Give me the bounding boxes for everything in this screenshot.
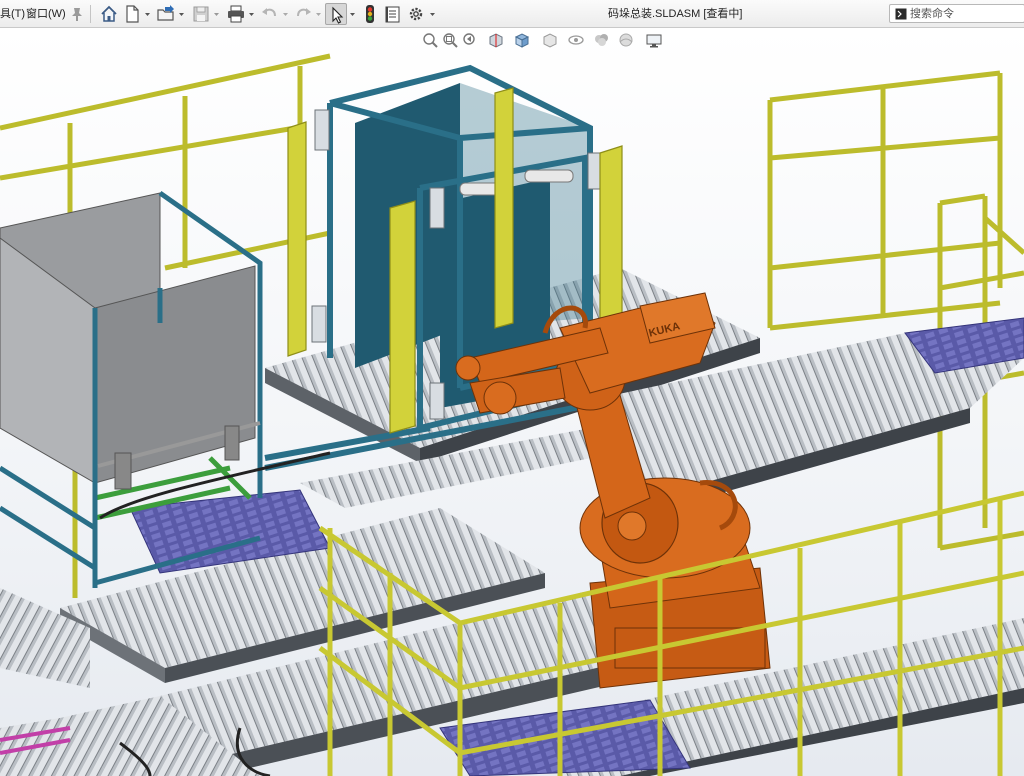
rebuild-traffic-light-icon[interactable]: [359, 3, 381, 25]
search-input[interactable]: [910, 6, 1022, 21]
home-icon[interactable]: [98, 3, 120, 25]
hide-show-items-icon[interactable]: [566, 30, 586, 50]
command-search-box[interactable]: [889, 4, 1024, 23]
document-title: 码垛总装.SLDASM [查看中]: [608, 8, 743, 20]
open-folder-icon[interactable]: [155, 3, 177, 25]
previous-view-icon[interactable]: [460, 30, 480, 50]
display-style-icon[interactable]: [540, 30, 560, 50]
undo-icon[interactable]: [259, 3, 281, 25]
options-dropdown-chevron-icon[interactable]: [428, 3, 437, 25]
view-orientation-icon[interactable]: [512, 30, 532, 50]
options-gear-icon[interactable]: [405, 3, 427, 25]
redo-dropdown-chevron-icon[interactable]: [314, 3, 323, 25]
main-toolbar: 具(T) 窗口(W) 码垛总装.SLDASM [查看中] 搜索命令: [0, 0, 1024, 28]
view-settings-icon[interactable]: [644, 30, 664, 50]
zoom-to-fit-icon[interactable]: [420, 30, 440, 50]
save-dropdown-chevron-icon[interactable]: [212, 3, 221, 25]
pin-icon[interactable]: [66, 3, 88, 25]
undo-dropdown-chevron-icon[interactable]: [281, 3, 290, 25]
print-dropdown-chevron-icon[interactable]: [247, 3, 256, 25]
safety-fence-right[interactable]: [767, 70, 1024, 551]
graphics-viewport[interactable]: KUKA: [0, 28, 1024, 776]
apply-scene-icon[interactable]: [616, 30, 636, 50]
zoom-area-icon[interactable]: [440, 30, 460, 50]
select-arrow-icon[interactable]: [325, 3, 347, 25]
menu-tools[interactable]: 具(T): [0, 7, 25, 21]
select-dropdown-chevron-icon[interactable]: [348, 3, 357, 25]
open-dropdown-chevron-icon[interactable]: [177, 3, 186, 25]
toolbar-separator: [90, 5, 91, 23]
menu-window[interactable]: 窗口(W): [26, 7, 66, 21]
edit-appearance-icon[interactable]: [592, 30, 612, 50]
command-prompt-icon: [895, 8, 907, 20]
palletizing-assembly-model[interactable]: KUKA: [0, 28, 1024, 776]
solidworks-window: 具(T) 窗口(W) 码垛总装.SLDASM [查看中] 搜索命令 KUKA: [0, 0, 1024, 776]
redo-icon[interactable]: [292, 3, 314, 25]
new-dropdown-chevron-icon[interactable]: [143, 3, 152, 25]
heads-up-view-toolbar: [420, 30, 680, 52]
save-icon[interactable]: [190, 3, 212, 25]
section-view-icon[interactable]: [486, 30, 506, 50]
print-icon[interactable]: [225, 3, 247, 25]
file-properties-icon[interactable]: [381, 3, 403, 25]
new-document-icon[interactable]: [121, 3, 143, 25]
